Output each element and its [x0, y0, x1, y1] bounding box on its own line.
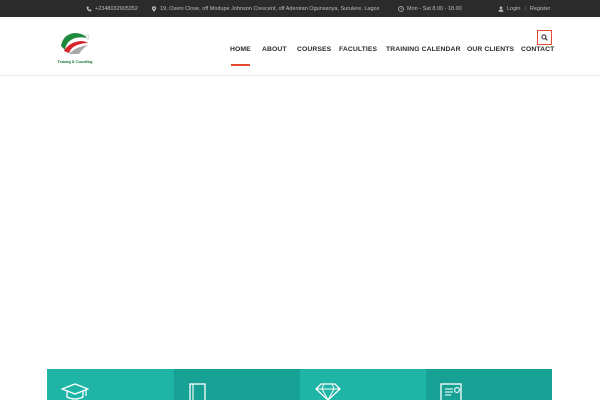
nav-courses[interactable]: COURSES: [297, 46, 331, 53]
search-icon: [541, 34, 548, 41]
hero-slider: [0, 77, 600, 369]
login-link[interactable]: Login: [507, 6, 520, 12]
phone-info: +2348032905352: [86, 0, 138, 17]
user-icon: [498, 5, 504, 12]
phone-icon: [86, 6, 92, 11]
logo-mark: [61, 33, 90, 54]
map-pin-icon: [151, 5, 157, 12]
logo-text: Training & Consulting: [57, 60, 93, 64]
feature-box-4[interactable]: [426, 369, 552, 400]
top-bar: +2348032905352 19, Oseni Close, off Modu…: [0, 0, 600, 17]
graduation-cap-icon: [61, 383, 89, 400]
site-logo[interactable]: Training & Consulting: [47, 30, 103, 64]
nav-faculties[interactable]: FACULTIES: [339, 46, 377, 53]
nav-home[interactable]: HOME: [230, 46, 251, 53]
active-nav-indicator: [231, 64, 250, 66]
address-info: 19, Oseni Close, off Modupe Johnson Cres…: [151, 0, 379, 17]
feature-box-2[interactable]: [174, 369, 300, 400]
feature-box-3[interactable]: [300, 369, 426, 400]
link-separator: |: [524, 5, 526, 12]
nav-training-calendar[interactable]: TRAINING CALENDAR: [386, 46, 461, 53]
nav-about[interactable]: ABOUT: [262, 46, 287, 53]
search-button[interactable]: [537, 30, 552, 45]
clock-icon: [398, 5, 404, 12]
register-link[interactable]: Register: [530, 6, 550, 12]
account-links: Login | Register: [498, 0, 550, 17]
book-icon: [189, 383, 206, 400]
nav-our-clients[interactable]: OUR CLIENTS: [467, 46, 514, 53]
hours-text: Mon - Sat 8.00 - 18.00: [407, 5, 462, 12]
address-text: 19, Oseni Close, off Modupe Johnson Cres…: [160, 5, 380, 12]
certificate-icon: [440, 383, 462, 400]
diamond-icon: [315, 383, 341, 400]
hours-info: Mon - Sat 8.00 - 18.00: [398, 0, 462, 17]
nav-contact[interactable]: CONTACT: [521, 46, 554, 53]
feature-strip: [47, 369, 552, 400]
site-header: Training & Consulting HOME ABOUT COURSES…: [0, 17, 600, 76]
phone-number[interactable]: +2348032905352: [95, 6, 138, 12]
feature-box-1[interactable]: [47, 369, 174, 400]
